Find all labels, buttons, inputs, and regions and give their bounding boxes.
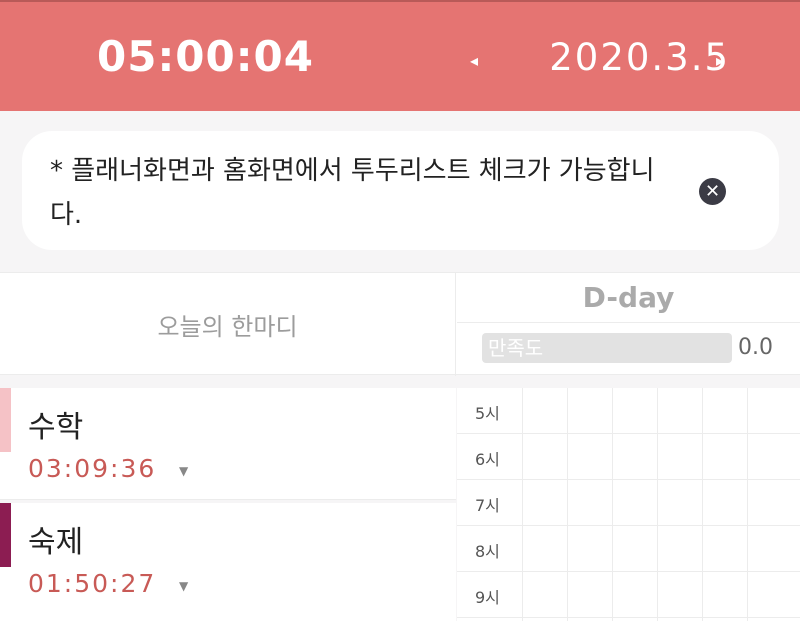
hour-label: 9시 — [475, 588, 500, 607]
hour-label: 6시 — [475, 450, 500, 469]
subject-name: 수학 — [28, 410, 84, 445]
chevron-down-icon[interactable]: ▼ — [179, 579, 188, 593]
notice-banner: * 플래너화면과 홈화면에서 투두리스트 체크가 가능합니다. — [22, 131, 779, 250]
hour-label: 5시 — [475, 404, 500, 423]
timetable-grid[interactable]: 5시 6시 7시 8시 9시 — [457, 388, 800, 621]
subject-item[interactable]: 숙제 01:50:27 ▼ — [0, 503, 456, 621]
hour-row[interactable]: 9시 — [457, 572, 800, 618]
subject-name: 숙제 — [28, 525, 84, 560]
satisfaction-bar: 만족도 — [482, 333, 732, 363]
subject-item[interactable]: 수학 03:09:36 ▼ — [0, 388, 456, 500]
close-icon[interactable]: ✕ — [699, 178, 726, 205]
dday-label[interactable]: D-day — [457, 273, 800, 323]
current-date: 2020.3.5 — [549, 36, 730, 79]
hour-label: 8시 — [475, 542, 500, 561]
hour-row[interactable]: 5시 — [457, 388, 800, 434]
header-bar: 05:00:04 ◂ 2020.3.5 ▸ — [0, 0, 800, 111]
subject-time: 01:50:27 — [28, 569, 157, 598]
hour-label: 7시 — [475, 496, 500, 515]
notice-text: * 플래너화면과 홈화면에서 투두리스트 체크가 가능합니다. — [50, 156, 655, 230]
subject-time: 03:09:36 — [28, 454, 157, 483]
hour-row[interactable]: 6시 — [457, 434, 800, 480]
daily-motto[interactable]: 오늘의 한마디 — [0, 273, 456, 376]
satisfaction-value: 0.0 — [738, 335, 773, 360]
hour-row[interactable]: 8시 — [457, 526, 800, 572]
study-timer: 05:00:04 — [97, 32, 314, 81]
subject-color-marker — [0, 388, 11, 452]
chevron-down-icon[interactable]: ▼ — [179, 464, 188, 478]
subject-list: 수학 03:09:36 ▼ 숙제 01:50:27 ▼ — [0, 388, 456, 621]
subject-color-marker — [0, 503, 11, 567]
next-date-arrow-icon[interactable]: ▸ — [716, 51, 724, 70]
hour-row[interactable]: 7시 — [457, 480, 800, 526]
prev-date-arrow-icon[interactable]: ◂ — [470, 51, 478, 70]
